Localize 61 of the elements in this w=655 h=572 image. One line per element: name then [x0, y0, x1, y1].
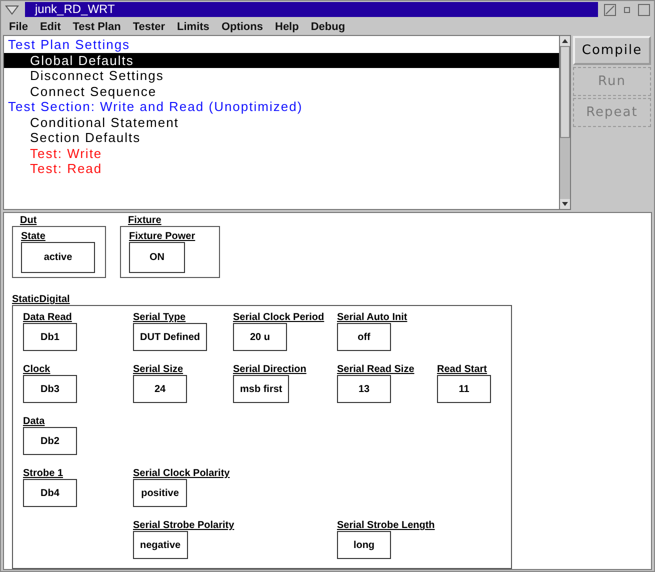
minimize-button[interactable] — [604, 4, 616, 16]
field-label: Read Start — [437, 364, 488, 375]
value-field[interactable]: positive — [133, 479, 187, 507]
menu-item[interactable]: Test Plan — [66, 20, 127, 32]
menu-item[interactable]: Tester — [126, 20, 172, 32]
menu-item[interactable]: Limits — [171, 20, 216, 32]
tree-item[interactable]: Test Plan Settings — [4, 37, 559, 53]
value-field[interactable]: Db1 — [23, 323, 77, 351]
window-menu-icon[interactable] — [3, 4, 21, 16]
scrollbar[interactable] — [559, 35, 571, 210]
field-label: Serial Read Size — [337, 364, 414, 375]
field-label: Serial Size — [133, 364, 184, 375]
field-label: Serial Clock Polarity — [133, 468, 230, 479]
value-field[interactable]: negative — [133, 531, 188, 559]
field-label: Serial Type — [133, 312, 186, 323]
tree-item[interactable]: Connect Sequence — [4, 84, 559, 100]
menu-item[interactable]: Help — [269, 20, 305, 32]
field-label: Strobe 1 — [23, 468, 64, 479]
tree-item[interactable]: Section Defaults — [4, 130, 559, 146]
value-field[interactable]: ON — [129, 242, 185, 273]
menu-item[interactable]: Options — [215, 20, 269, 32]
value-field[interactable]: 11 — [437, 375, 491, 403]
value-field[interactable]: Db3 — [23, 375, 77, 403]
group-label: Dut — [19, 215, 38, 226]
field-label: Serial Direction — [233, 364, 306, 375]
value-field[interactable]: msb first — [233, 375, 290, 403]
field-label: Clock — [23, 364, 50, 375]
group-label: Fixture — [127, 215, 162, 226]
tree-item[interactable]: Global Defaults — [4, 52, 559, 68]
field-label: Serial Auto Init — [337, 312, 408, 323]
maximize-button[interactable] — [638, 4, 650, 16]
scroll-up-icon[interactable] — [560, 36, 570, 46]
field-label: Serial Strobe Polarity — [133, 520, 234, 531]
window-title: junk_RD_WRT — [25, 2, 598, 18]
field-label: Data — [23, 416, 45, 427]
action-button[interactable]: Compile — [573, 36, 651, 66]
field-label: Fixture Power — [129, 231, 196, 242]
tree-item[interactable]: Disconnect Settings — [4, 68, 559, 84]
scroll-down-icon[interactable] — [560, 199, 570, 209]
value-field[interactable]: active — [21, 242, 95, 273]
value-field[interactable]: 20 u — [233, 323, 287, 351]
tree-item[interactable]: Test Section: Write and Read (Unoptimized) — [4, 99, 559, 115]
scroll-thumb[interactable] — [560, 46, 570, 138]
value-field[interactable]: DUT Defined — [133, 323, 207, 351]
group-label: StaticDigital — [12, 294, 71, 305]
menu-item[interactable]: Edit — [34, 20, 67, 32]
value-field[interactable]: Db4 — [23, 479, 77, 507]
field-label: Data Read — [23, 312, 72, 323]
field-label: State — [21, 231, 46, 242]
field-label: Serial Clock Period — [233, 312, 324, 323]
value-field[interactable]: long — [337, 531, 391, 559]
value-field[interactable]: 24 — [133, 375, 187, 403]
tree-item[interactable]: Test: Read — [4, 161, 559, 177]
tree-item[interactable]: Conditional Statement — [4, 114, 559, 130]
value-field[interactable]: off — [337, 323, 391, 351]
menu-item[interactable]: Debug — [304, 20, 352, 32]
tree-item[interactable]: Test: Write — [4, 146, 559, 162]
field-label: Serial Strobe Length — [337, 520, 435, 531]
menu-item[interactable]: File — [3, 20, 34, 32]
value-field[interactable]: Db2 — [23, 427, 77, 455]
value-field[interactable]: 13 — [337, 375, 391, 403]
